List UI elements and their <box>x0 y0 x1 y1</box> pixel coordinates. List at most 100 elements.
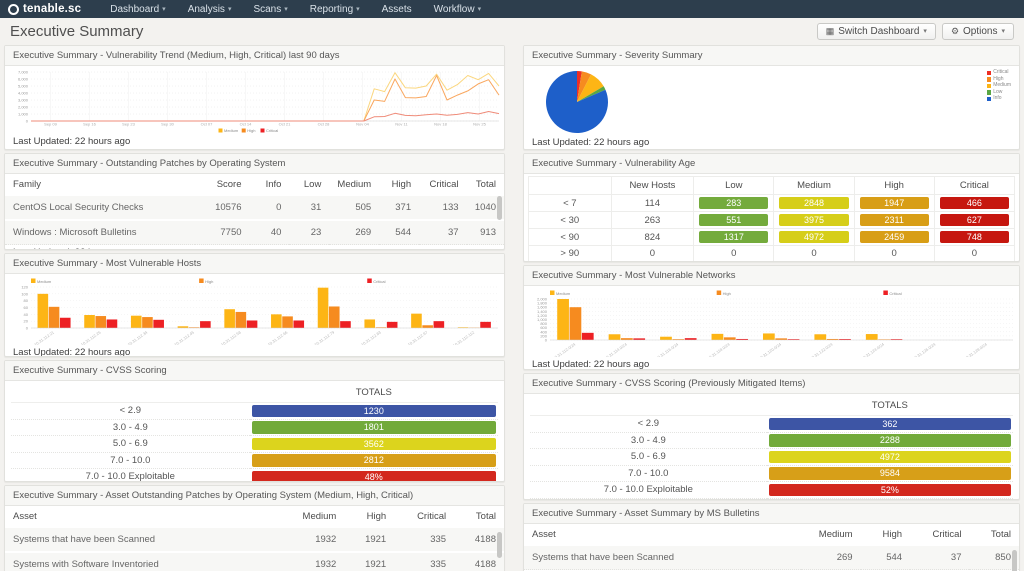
cell-info[interactable]: 0 <box>250 195 290 220</box>
table-row[interactable]: Systems that have been Scanned 269 544 3… <box>524 545 1019 570</box>
cell-critical[interactable]: 335 <box>394 552 454 571</box>
nav-item-workflow[interactable]: Workflow▾ <box>423 0 492 18</box>
table-header-row: Family Score Info Low Medium High Critic… <box>5 174 504 195</box>
scrollbar[interactable] <box>497 196 502 220</box>
cell-critical[interactable]: 133 <box>419 195 466 220</box>
svg-text:10.31.112.66: 10.31.112.66 <box>267 329 289 345</box>
age-critical-pill[interactable]: 748 <box>940 231 1009 243</box>
table-row[interactable]: Systems that have been Scanned 1932 1921… <box>5 527 504 552</box>
cell-high[interactable]: 1921 <box>344 527 394 552</box>
age-high-pill[interactable]: 2459 <box>860 231 929 243</box>
panel-title-vulnerability-age[interactable]: Executive Summary - Vulnerability Age <box>524 154 1019 174</box>
panel-title-cvss-scoring-mitigated[interactable]: Executive Summary - CVSS Scoring (Previo… <box>524 374 1019 394</box>
cvss-total-bar[interactable]: 52% <box>769 484 1011 497</box>
cvss-total-bar[interactable]: 362 <box>769 418 1011 431</box>
cell-high[interactable]: 1921 <box>344 552 394 571</box>
cell-medium[interactable]: 0 <box>774 246 854 262</box>
cvss-total-bar[interactable]: 3562 <box>252 438 496 451</box>
cell-medium[interactable]: 1932 <box>284 552 344 571</box>
age-critical-pill[interactable]: 466 <box>940 197 1009 209</box>
table-row[interactable]: Windows : Microsoft Bulletins 7750 40 23… <box>5 220 504 245</box>
svg-text:10.31.112.45: 10.31.112.45 <box>173 329 195 345</box>
col-totals: TOTALS <box>767 396 1013 416</box>
svg-text:10.31.122.0/24: 10.31.122.0/24 <box>809 341 834 357</box>
cvss-total-bar[interactable]: 1230 <box>252 405 496 418</box>
panel-title-ms-bulletins[interactable]: Executive Summary - Asset Summary by MS … <box>524 504 1019 524</box>
nav-item-dashboard[interactable]: Dashboard▾ <box>99 0 176 18</box>
cell-medium[interactable]: 505 <box>329 195 379 220</box>
nav-item-assets[interactable]: Assets <box>371 0 423 18</box>
age-low-pill[interactable]: 551 <box>699 214 768 226</box>
cell-medium[interactable]: 269 <box>329 220 379 245</box>
age-medium-pill[interactable]: 2848 <box>779 197 848 209</box>
scrollbar[interactable] <box>497 532 502 558</box>
age-medium-pill[interactable]: 4972 <box>779 231 848 243</box>
cell-high[interactable]: 371 <box>379 195 419 220</box>
col-high: High <box>379 174 419 195</box>
age-medium-pill[interactable]: 3975 <box>779 214 848 226</box>
cvss-total-bar[interactable]: 1801 <box>252 421 496 434</box>
most-vulnerable-networks-chart[interactable]: 02004006008001,0001,2001,4001,6001,8002,… <box>524 287 1019 357</box>
cell-low[interactable]: 23 <box>289 220 329 245</box>
table-row: > 90 0 0 0 0 0 <box>529 246 1015 262</box>
table-row: 7.0 - 10.02812 <box>11 452 498 469</box>
brand-text: tenable.sc <box>23 3 81 15</box>
panel-title-vulnerability-trend[interactable]: Executive Summary - Vulnerability Trend … <box>5 46 504 66</box>
cell-low[interactable]: 0 <box>694 246 774 262</box>
cvss-range-label: 7.0 - 10.0 <box>530 465 767 482</box>
cvss-total-bar[interactable]: 2288 <box>769 434 1011 447</box>
age-low-pill[interactable]: 1317 <box>699 231 768 243</box>
cell-medium[interactable]: 269 <box>801 545 860 570</box>
col-medium: Medium <box>801 524 860 545</box>
cell-high[interactable]: 544 <box>379 220 419 245</box>
col-asset: Asset <box>524 524 801 545</box>
panel-title-asset-outstanding-patches[interactable]: Executive Summary - Asset Outstanding Pa… <box>5 486 504 506</box>
cell-new-hosts[interactable]: 824 <box>611 229 694 246</box>
vulnerability-trend-chart[interactable]: 01,0002,0003,0004,0005,0006,0007,000Sep … <box>5 68 504 134</box>
nav-item-analysis[interactable]: Analysis▾ <box>177 0 243 18</box>
options-button[interactable]: ⚙ Options ▾ <box>942 23 1014 40</box>
panel-title-severity-summary[interactable]: Executive Summary - Severity Summary <box>524 46 1019 66</box>
table-row[interactable]: Systems with Software Inventoried 1932 1… <box>5 552 504 571</box>
cell-new-hosts[interactable]: 0 <box>611 246 694 262</box>
nav-item-scans[interactable]: Scans▾ <box>242 0 298 18</box>
severity-pie-chart[interactable] <box>544 69 610 135</box>
table-header-row: Asset Medium High Critical Total <box>5 506 504 527</box>
age-high-pill[interactable]: 1947 <box>860 197 929 209</box>
panel-title-most-vulnerable-hosts[interactable]: Executive Summary - Most Vulnerable Host… <box>5 254 504 274</box>
cell-asset: Systems that have been Scanned <box>5 527 284 552</box>
scrollbar[interactable] <box>1012 550 1017 571</box>
age-critical-pill[interactable]: 627 <box>940 214 1009 226</box>
cell-critical[interactable]: 0 <box>934 246 1014 262</box>
panel-title-most-vulnerable-networks[interactable]: Executive Summary - Most Vulnerable Netw… <box>524 266 1019 286</box>
asset-outstanding-patches-table: Asset Medium High Critical Total Systems… <box>5 506 504 571</box>
svg-text:High: High <box>205 279 213 284</box>
cell-low[interactable]: 31 <box>289 195 329 220</box>
panel-title-cvss-scoring[interactable]: Executive Summary - CVSS Scoring <box>5 361 504 381</box>
tenable-logo[interactable]: tenable.sc <box>8 3 81 15</box>
cvss-total-bar[interactable]: 9584 <box>769 467 1011 480</box>
cell-high[interactable]: 544 <box>861 545 911 570</box>
table-row[interactable]: CentOS Local Security Checks 10576 0 31 … <box>5 195 504 220</box>
svg-text:Nov 18: Nov 18 <box>434 122 447 127</box>
cvss-range-label: 7.0 - 10.0 <box>11 452 250 469</box>
svg-text:Medium: Medium <box>37 279 52 284</box>
cell-new-hosts[interactable]: 114 <box>611 195 694 212</box>
cvss-total-bar[interactable]: 48% <box>252 471 496 483</box>
cell-medium[interactable]: 1932 <box>284 527 344 552</box>
cell-new-hosts[interactable]: 263 <box>611 212 694 229</box>
age-high-pill[interactable]: 2311 <box>860 214 929 226</box>
panel-title-outstanding-patches[interactable]: Executive Summary - Outstanding Patches … <box>5 154 504 174</box>
cvss-total-bar[interactable]: 4972 <box>769 451 1011 464</box>
cell-info[interactable]: 40 <box>250 220 290 245</box>
col-blank <box>530 396 767 416</box>
cell-high[interactable]: 0 <box>854 246 934 262</box>
age-low-pill[interactable]: 283 <box>699 197 768 209</box>
cell-critical[interactable]: 335 <box>394 527 454 552</box>
cell-critical[interactable]: 37 <box>419 220 466 245</box>
cvss-total-bar[interactable]: 2812 <box>252 454 496 467</box>
most-vulnerable-hosts-chart[interactable]: 020406080100120MediumHighCritical10.31.1… <box>5 275 504 345</box>
nav-item-reporting[interactable]: Reporting▾ <box>299 0 371 18</box>
switch-dashboard-button[interactable]: ▦ Switch Dashboard ▾ <box>817 23 936 40</box>
cell-critical[interactable]: 37 <box>910 545 969 570</box>
